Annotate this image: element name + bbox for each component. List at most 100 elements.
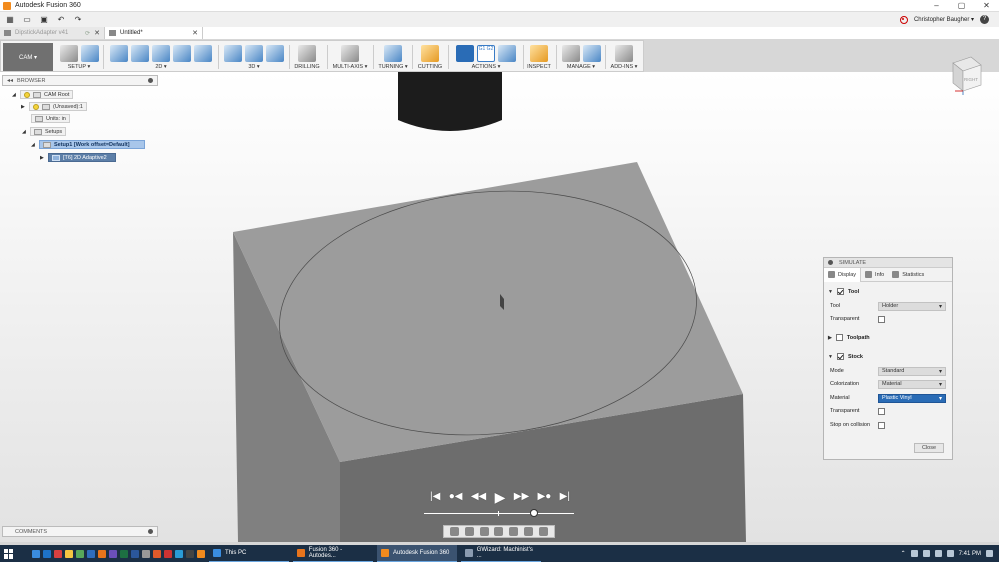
- browser-node-setups[interactable]: Setups: [30, 127, 67, 136]
- 2d-adaptive-icon[interactable]: [110, 44, 128, 62]
- slider-knob[interactable]: [529, 509, 538, 517]
- browser-node-unsaved[interactable]: (Unsaved):1: [29, 102, 87, 111]
- post-process-icon[interactable]: G1 G2: [477, 44, 495, 62]
- chevron-down-icon[interactable]: ▼: [828, 289, 833, 295]
- 3d-group[interactable]: 3D ▾: [221, 44, 287, 71]
- tab-info[interactable]: Info: [861, 268, 888, 282]
- workspace-switcher[interactable]: CAM ▾: [3, 43, 53, 71]
- zoom-icon[interactable]: [494, 527, 504, 536]
- app-icon[interactable]: [87, 549, 95, 558]
- excel-icon[interactable]: [120, 549, 128, 558]
- expand-triangle-icon[interactable]: ◢: [31, 142, 35, 148]
- tray-app-icon[interactable]: [922, 550, 930, 557]
- tab-dipstick-adapter[interactable]: DipstickAdapter v41 ⟳ ✕: [0, 27, 105, 39]
- close-window-button[interactable]: ✕: [974, 0, 999, 12]
- manage-group[interactable]: MANAGE ▾: [559, 44, 603, 71]
- 2d-pocket-icon[interactable]: [131, 44, 149, 62]
- visibility-bulb-icon[interactable]: [24, 91, 30, 98]
- app-icon[interactable]: [164, 549, 172, 558]
- previous-marker-button[interactable]: ●◀: [449, 489, 463, 505]
- stop-on-collision-checkbox[interactable]: [878, 421, 885, 429]
- undo-icon[interactable]: ↶: [54, 14, 68, 26]
- visibility-bulb-icon[interactable]: [33, 103, 39, 110]
- expand-triangle-icon[interactable]: ◢: [22, 129, 26, 135]
- redo-icon[interactable]: ↷: [71, 14, 85, 26]
- viewcube[interactable]: RIGHT: [949, 55, 983, 95]
- slider-track[interactable]: [424, 513, 574, 514]
- app-icon[interactable]: [142, 549, 150, 558]
- 3d-pocket-icon[interactable]: [245, 44, 263, 62]
- close-button[interactable]: Close: [914, 443, 944, 453]
- tab-statistics[interactable]: Statistics: [888, 268, 928, 282]
- actions-group[interactable]: G1 G2 ACTIONS ▾: [452, 44, 520, 71]
- close-tab-icon[interactable]: ✕: [192, 29, 198, 37]
- setup-icon[interactable]: [59, 44, 78, 62]
- chevron-right-icon[interactable]: ▶: [828, 335, 832, 341]
- add-ins-group[interactable]: ADD-INS ▾: [608, 44, 640, 71]
- pan-icon[interactable]: [479, 527, 489, 536]
- browser-options-icon[interactable]: [148, 78, 153, 83]
- tab-untitled[interactable]: Untitled* ✕: [105, 27, 203, 39]
- 2d-contour-icon[interactable]: [173, 44, 191, 62]
- file-menu-icon[interactable]: ▭: [20, 14, 34, 26]
- browser-node-cam-root[interactable]: CAM Root: [20, 90, 74, 99]
- network-icon[interactable]: [934, 550, 942, 557]
- tool-display-select[interactable]: Holder: [878, 301, 946, 311]
- simulation-timeline-slider[interactable]: [424, 509, 574, 517]
- show-hidden-icons-icon[interactable]: ⌃: [901, 550, 906, 557]
- taskbar-item-firefox[interactable]: Fusion 360 - Autodes...: [293, 545, 373, 562]
- inspect-measure-icon[interactable]: [530, 44, 548, 62]
- app-icon[interactable]: [54, 549, 62, 558]
- collapsed-triangle-icon[interactable]: ▶: [21, 104, 25, 110]
- cutting-icon[interactable]: [421, 44, 439, 62]
- browser-panel-header[interactable]: ◂◂ BROWSER: [2, 75, 158, 86]
- tool-section-header[interactable]: ▼ Tool: [828, 288, 859, 295]
- stock-visible-checkbox[interactable]: [836, 353, 844, 360]
- 2d-group[interactable]: 2D ▾: [106, 44, 216, 71]
- task-view-icon[interactable]: [32, 549, 40, 558]
- volume-icon[interactable]: [946, 550, 954, 557]
- help-icon[interactable]: ?: [980, 15, 989, 24]
- notifications-icon[interactable]: [986, 550, 993, 557]
- simulate-header[interactable]: SIMULATE: [824, 258, 952, 268]
- minimize-button[interactable]: –: [924, 0, 949, 12]
- browser-node-setup1[interactable]: Setup1 [Work offset=Default]: [39, 140, 145, 149]
- app-icon[interactable]: [76, 549, 84, 558]
- simulate-icon[interactable]: [456, 44, 474, 62]
- app-icon[interactable]: [186, 549, 194, 558]
- stock-transparent-checkbox[interactable]: [878, 407, 885, 415]
- play-button[interactable]: ▶: [495, 489, 506, 505]
- cutting-group[interactable]: CUTTING: [415, 44, 445, 71]
- explorer-icon[interactable]: [65, 549, 73, 558]
- template-library-icon[interactable]: [582, 44, 601, 62]
- setup-group[interactable]: SETUP ▾: [57, 44, 101, 71]
- colorization-select[interactable]: Material: [878, 379, 946, 389]
- firefox-icon[interactable]: [98, 549, 106, 558]
- grid-settings-icon[interactable]: [538, 527, 548, 536]
- collapse-arrows-icon[interactable]: ◂◂: [7, 77, 13, 84]
- comments-options-icon[interactable]: [148, 529, 153, 534]
- app-icon[interactable]: [197, 549, 205, 558]
- step-back-button[interactable]: ◀◀: [471, 489, 486, 505]
- look-at-icon[interactable]: [464, 527, 474, 536]
- drill-icon[interactable]: [298, 44, 316, 62]
- panel-options-icon[interactable]: [828, 260, 833, 265]
- expand-triangle-icon[interactable]: ◢: [12, 92, 16, 98]
- setup-sheet-icon[interactable]: [498, 44, 516, 62]
- 3d-adaptive-icon[interactable]: [224, 44, 242, 62]
- app-icon[interactable]: [153, 549, 161, 558]
- maximize-button[interactable]: ▢: [949, 0, 974, 12]
- inspect-group[interactable]: INSPECT: [526, 44, 552, 71]
- viewcube-face-label[interactable]: RIGHT: [964, 77, 978, 82]
- word-icon[interactable]: [131, 549, 139, 558]
- user-account-menu[interactable]: Christopher Baugher ▾: [914, 16, 974, 23]
- go-to-end-button[interactable]: ▶|: [560, 489, 570, 505]
- face-icon[interactable]: [152, 44, 170, 62]
- collapsed-triangle-icon[interactable]: ▶: [40, 155, 44, 161]
- zoom-window-icon[interactable]: [509, 527, 519, 536]
- slot-icon[interactable]: [194, 44, 212, 62]
- app-icon[interactable]: [109, 549, 117, 558]
- taskbar-item-gwizard[interactable]: GWizard: Machinist's ...: [461, 545, 541, 562]
- tool-visible-checkbox[interactable]: [836, 288, 844, 295]
- turning-icon[interactable]: [384, 44, 402, 62]
